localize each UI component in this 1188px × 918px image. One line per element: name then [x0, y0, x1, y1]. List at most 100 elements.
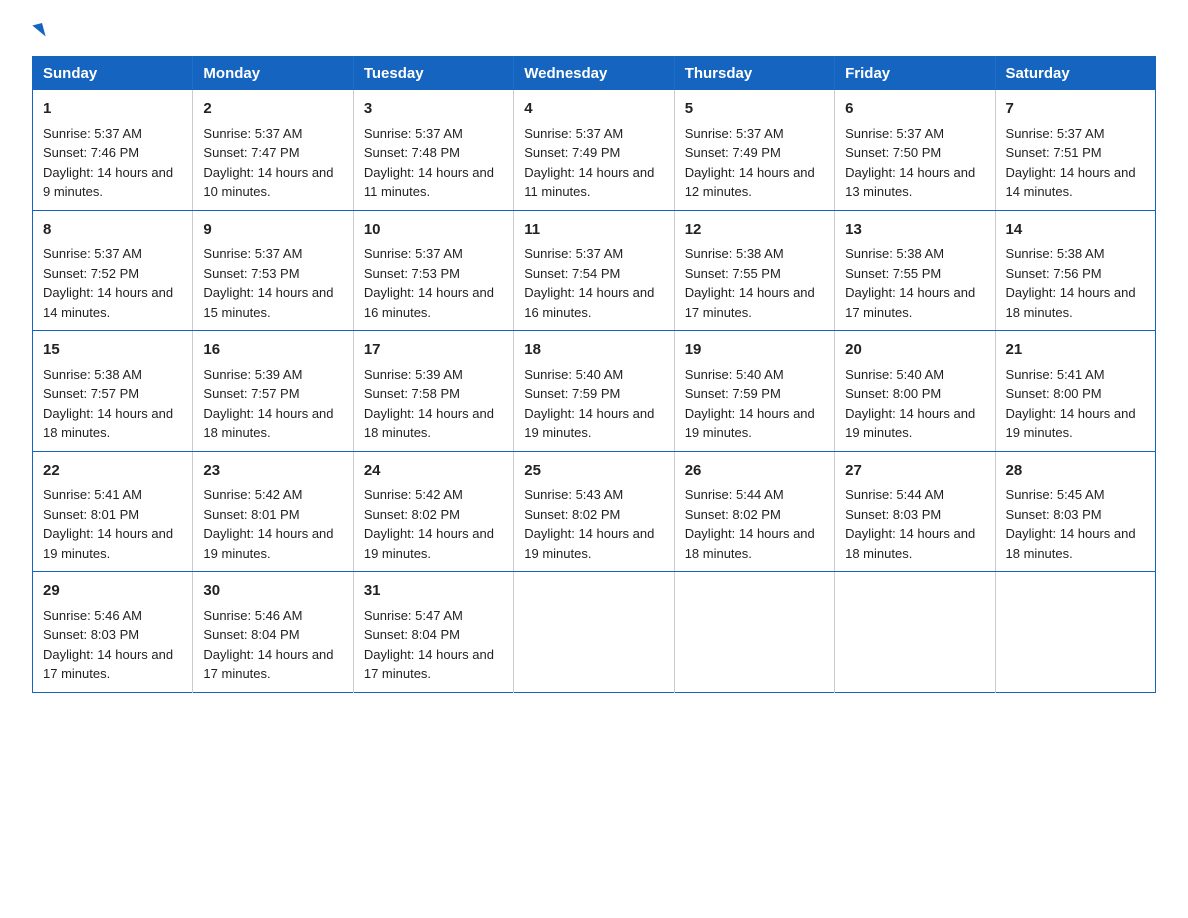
day-sunset: Sunset: 8:03 PM	[43, 627, 139, 642]
day-sunrise: Sunrise: 5:38 AM	[1006, 246, 1105, 261]
calendar-cell: 8 Sunrise: 5:37 AM Sunset: 7:52 PM Dayli…	[33, 210, 193, 331]
day-sunset: Sunset: 7:56 PM	[1006, 266, 1102, 281]
calendar-cell: 6 Sunrise: 5:37 AM Sunset: 7:50 PM Dayli…	[835, 90, 995, 210]
logo	[32, 24, 44, 38]
day-sunrise: Sunrise: 5:41 AM	[1006, 367, 1105, 382]
weekday-wednesday: Wednesday	[514, 57, 674, 91]
day-number: 18	[524, 339, 663, 362]
day-daylight: Daylight: 14 hours and 19 minutes.	[524, 406, 654, 441]
day-sunrise: Sunrise: 5:44 AM	[685, 487, 784, 502]
day-daylight: Daylight: 14 hours and 18 minutes.	[1006, 285, 1136, 320]
weekday-header-row: SundayMondayTuesdayWednesdayThursdayFrid…	[33, 57, 1156, 91]
weekday-saturday: Saturday	[995, 57, 1155, 91]
day-sunset: Sunset: 7:54 PM	[524, 266, 620, 281]
day-sunset: Sunset: 7:57 PM	[203, 386, 299, 401]
day-daylight: Daylight: 14 hours and 17 minutes.	[43, 647, 173, 682]
day-sunset: Sunset: 8:01 PM	[203, 507, 299, 522]
day-sunrise: Sunrise: 5:37 AM	[43, 246, 142, 261]
day-number: 26	[685, 460, 824, 483]
day-sunset: Sunset: 8:00 PM	[1006, 386, 1102, 401]
calendar-cell: 31 Sunrise: 5:47 AM Sunset: 8:04 PM Dayl…	[353, 572, 513, 693]
day-number: 17	[364, 339, 503, 362]
day-sunset: Sunset: 7:47 PM	[203, 145, 299, 160]
calendar-cell: 9 Sunrise: 5:37 AM Sunset: 7:53 PM Dayli…	[193, 210, 353, 331]
day-sunrise: Sunrise: 5:47 AM	[364, 608, 463, 623]
day-daylight: Daylight: 14 hours and 19 minutes.	[685, 406, 815, 441]
day-sunrise: Sunrise: 5:38 AM	[845, 246, 944, 261]
day-sunrise: Sunrise: 5:40 AM	[845, 367, 944, 382]
day-sunset: Sunset: 8:03 PM	[1006, 507, 1102, 522]
weekday-monday: Monday	[193, 57, 353, 91]
calendar-cell: 10 Sunrise: 5:37 AM Sunset: 7:53 PM Dayl…	[353, 210, 513, 331]
calendar-cell: 1 Sunrise: 5:37 AM Sunset: 7:46 PM Dayli…	[33, 90, 193, 210]
day-daylight: Daylight: 14 hours and 17 minutes.	[845, 285, 975, 320]
day-sunset: Sunset: 7:53 PM	[364, 266, 460, 281]
calendar-cell: 17 Sunrise: 5:39 AM Sunset: 7:58 PM Dayl…	[353, 331, 513, 452]
day-daylight: Daylight: 14 hours and 16 minutes.	[364, 285, 494, 320]
day-daylight: Daylight: 14 hours and 19 minutes.	[524, 526, 654, 561]
day-sunrise: Sunrise: 5:37 AM	[203, 246, 302, 261]
day-sunset: Sunset: 7:55 PM	[685, 266, 781, 281]
calendar-cell: 7 Sunrise: 5:37 AM Sunset: 7:51 PM Dayli…	[995, 90, 1155, 210]
day-daylight: Daylight: 14 hours and 18 minutes.	[845, 526, 975, 561]
logo-triangle-icon	[32, 23, 45, 39]
day-daylight: Daylight: 14 hours and 17 minutes.	[203, 647, 333, 682]
day-sunrise: Sunrise: 5:44 AM	[845, 487, 944, 502]
day-sunrise: Sunrise: 5:37 AM	[845, 126, 944, 141]
week-row-1: 1 Sunrise: 5:37 AM Sunset: 7:46 PM Dayli…	[33, 90, 1156, 210]
day-daylight: Daylight: 14 hours and 17 minutes.	[364, 647, 494, 682]
day-sunset: Sunset: 7:55 PM	[845, 266, 941, 281]
day-sunset: Sunset: 7:59 PM	[685, 386, 781, 401]
day-sunrise: Sunrise: 5:38 AM	[685, 246, 784, 261]
week-row-4: 22 Sunrise: 5:41 AM Sunset: 8:01 PM Dayl…	[33, 451, 1156, 572]
calendar-cell: 22 Sunrise: 5:41 AM Sunset: 8:01 PM Dayl…	[33, 451, 193, 572]
day-number: 13	[845, 219, 984, 242]
week-row-2: 8 Sunrise: 5:37 AM Sunset: 7:52 PM Dayli…	[33, 210, 1156, 331]
calendar-cell	[995, 572, 1155, 693]
day-daylight: Daylight: 14 hours and 18 minutes.	[203, 406, 333, 441]
day-daylight: Daylight: 14 hours and 19 minutes.	[43, 526, 173, 561]
day-sunrise: Sunrise: 5:37 AM	[364, 126, 463, 141]
calendar-cell: 3 Sunrise: 5:37 AM Sunset: 7:48 PM Dayli…	[353, 90, 513, 210]
day-daylight: Daylight: 14 hours and 19 minutes.	[203, 526, 333, 561]
day-daylight: Daylight: 14 hours and 16 minutes.	[524, 285, 654, 320]
calendar-cell: 12 Sunrise: 5:38 AM Sunset: 7:55 PM Dayl…	[674, 210, 834, 331]
day-sunset: Sunset: 8:04 PM	[364, 627, 460, 642]
day-sunrise: Sunrise: 5:40 AM	[685, 367, 784, 382]
day-number: 16	[203, 339, 342, 362]
day-sunrise: Sunrise: 5:39 AM	[203, 367, 302, 382]
day-number: 24	[364, 460, 503, 483]
day-number: 28	[1006, 460, 1145, 483]
day-number: 11	[524, 219, 663, 242]
day-number: 10	[364, 219, 503, 242]
day-sunset: Sunset: 7:49 PM	[524, 145, 620, 160]
day-sunrise: Sunrise: 5:46 AM	[43, 608, 142, 623]
calendar-cell: 14 Sunrise: 5:38 AM Sunset: 7:56 PM Dayl…	[995, 210, 1155, 331]
week-row-3: 15 Sunrise: 5:38 AM Sunset: 7:57 PM Dayl…	[33, 331, 1156, 452]
weekday-thursday: Thursday	[674, 57, 834, 91]
calendar-cell: 5 Sunrise: 5:37 AM Sunset: 7:49 PM Dayli…	[674, 90, 834, 210]
weekday-sunday: Sunday	[33, 57, 193, 91]
day-number: 5	[685, 98, 824, 121]
calendar-cell: 2 Sunrise: 5:37 AM Sunset: 7:47 PM Dayli…	[193, 90, 353, 210]
day-daylight: Daylight: 14 hours and 10 minutes.	[203, 165, 333, 200]
day-sunset: Sunset: 8:03 PM	[845, 507, 941, 522]
day-number: 12	[685, 219, 824, 242]
day-daylight: Daylight: 14 hours and 17 minutes.	[685, 285, 815, 320]
day-sunrise: Sunrise: 5:43 AM	[524, 487, 623, 502]
weekday-tuesday: Tuesday	[353, 57, 513, 91]
day-sunset: Sunset: 8:04 PM	[203, 627, 299, 642]
calendar-cell: 21 Sunrise: 5:41 AM Sunset: 8:00 PM Dayl…	[995, 331, 1155, 452]
calendar-cell: 26 Sunrise: 5:44 AM Sunset: 8:02 PM Dayl…	[674, 451, 834, 572]
calendar-cell: 11 Sunrise: 5:37 AM Sunset: 7:54 PM Dayl…	[514, 210, 674, 331]
day-number: 21	[1006, 339, 1145, 362]
day-daylight: Daylight: 14 hours and 11 minutes.	[364, 165, 494, 200]
day-sunset: Sunset: 7:51 PM	[1006, 145, 1102, 160]
day-number: 30	[203, 580, 342, 603]
day-number: 27	[845, 460, 984, 483]
day-number: 1	[43, 98, 182, 121]
day-daylight: Daylight: 14 hours and 11 minutes.	[524, 165, 654, 200]
day-sunrise: Sunrise: 5:37 AM	[685, 126, 784, 141]
day-number: 3	[364, 98, 503, 121]
day-sunrise: Sunrise: 5:37 AM	[524, 126, 623, 141]
